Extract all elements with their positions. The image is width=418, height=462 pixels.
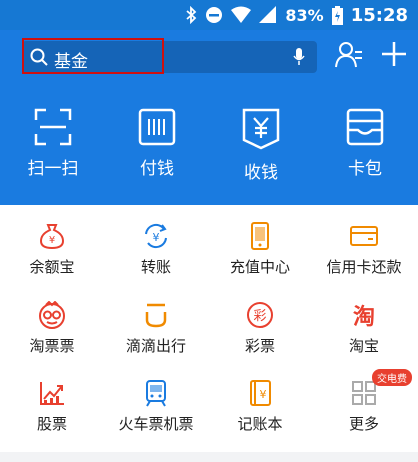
grid-label: 彩票 <box>244 337 275 355</box>
grid-label: 股票 <box>36 415 67 433</box>
wifi-icon <box>231 6 252 23</box>
lottery-icon: 彩 <box>247 302 273 328</box>
svg-text:淘: 淘 <box>353 304 375 329</box>
grid-item-credit-card[interactable]: 信用卡还款 <box>312 222 416 277</box>
didi-icon <box>145 303 167 328</box>
phone-recharge-icon <box>251 222 269 250</box>
train-icon <box>146 380 166 407</box>
svg-text:彩: 彩 <box>253 309 266 324</box>
collect-label: 收钱 <box>244 163 278 183</box>
bluetooth-icon <box>186 6 197 24</box>
card-wallet-icon <box>346 108 384 146</box>
microphone-icon[interactable] <box>293 48 305 66</box>
svg-text:¥: ¥ <box>153 231 160 244</box>
svg-text:¥: ¥ <box>49 235 55 246</box>
taobao-icon: 淘 <box>353 304 375 329</box>
pay-label: 付钱 <box>140 159 174 179</box>
grid-item-stock[interactable]: 股票 <box>0 379 104 434</box>
payment-code-icon <box>138 108 176 146</box>
grid-item-ledger[interactable]: ¥ 记账本 <box>208 379 312 434</box>
bottom-divider <box>0 452 418 462</box>
credit-card-icon <box>350 226 378 246</box>
pay-button[interactable]: 付钱 <box>112 108 202 179</box>
grid-label: 记账本 <box>237 415 283 433</box>
taopiaopiao-icon <box>39 301 65 329</box>
status-bar: 83% 15:28 <box>0 0 418 30</box>
status-icons: 83% 15:28 <box>185 4 408 26</box>
pay-electricity-badge: 交电费 <box>372 369 412 386</box>
grid-label: 淘宝 <box>348 337 379 355</box>
cards-label: 卡包 <box>348 159 382 179</box>
svg-text:¥: ¥ <box>260 388 267 401</box>
grid-item-recharge[interactable]: 充值中心 <box>208 222 312 277</box>
grid-label: 余额宝 <box>29 258 75 276</box>
grid-item-transfer[interactable]: ¥ 转账 <box>104 222 208 277</box>
contacts-icon[interactable] <box>334 40 364 70</box>
grid-item-more[interactable]: 更多 <box>312 379 416 434</box>
collect-money-icon <box>242 108 280 150</box>
search-input[interactable]: 基金 <box>54 47 88 72</box>
grid-item-taopiaopiao[interactable]: 淘票票 <box>0 301 104 356</box>
grid-label: 淘票票 <box>29 337 75 355</box>
battery-charging-icon <box>331 5 343 25</box>
grid-label: 充值中心 <box>229 258 290 276</box>
do-not-disturb-icon <box>206 7 223 23</box>
grid-label: 更多 <box>348 415 379 433</box>
grid-label: 滴滴出行 <box>125 337 186 355</box>
yuebao-icon: ¥ <box>39 224 65 250</box>
scan-button[interactable]: 扫一扫 <box>8 108 98 179</box>
search-icon <box>30 48 48 66</box>
grid-item-lottery[interactable]: 彩 彩票 <box>208 301 312 356</box>
clock: 15:28 <box>350 4 408 26</box>
stock-icon <box>40 382 64 405</box>
grid-label: 信用卡还款 <box>326 258 402 276</box>
scan-icon <box>34 108 72 146</box>
grid-item-taobao[interactable]: 淘 淘宝 <box>312 301 416 356</box>
plus-icon[interactable] <box>380 40 408 68</box>
transfer-icon: ¥ <box>145 223 167 249</box>
grid-label: 转账 <box>140 258 171 276</box>
cards-button[interactable]: 卡包 <box>320 108 410 179</box>
collect-button[interactable]: 收钱 <box>216 108 306 183</box>
grid-item-train[interactable]: 火车票机票 <box>104 379 208 434</box>
header: 基金 扫一扫 付钱 收钱 卡包 <box>0 30 418 205</box>
grid-item-yuebao[interactable]: ¥ 余额宝 <box>0 222 104 277</box>
signal-icon <box>259 6 277 23</box>
battery-percent: 83% <box>285 5 324 25</box>
scan-label: 扫一扫 <box>27 159 79 179</box>
ledger-icon: ¥ <box>250 380 271 406</box>
grid-item-didi[interactable]: 滴滴出行 <box>104 301 208 356</box>
grid-label: 火车票机票 <box>118 415 194 433</box>
search-bar[interactable]: 基金 <box>22 38 317 74</box>
